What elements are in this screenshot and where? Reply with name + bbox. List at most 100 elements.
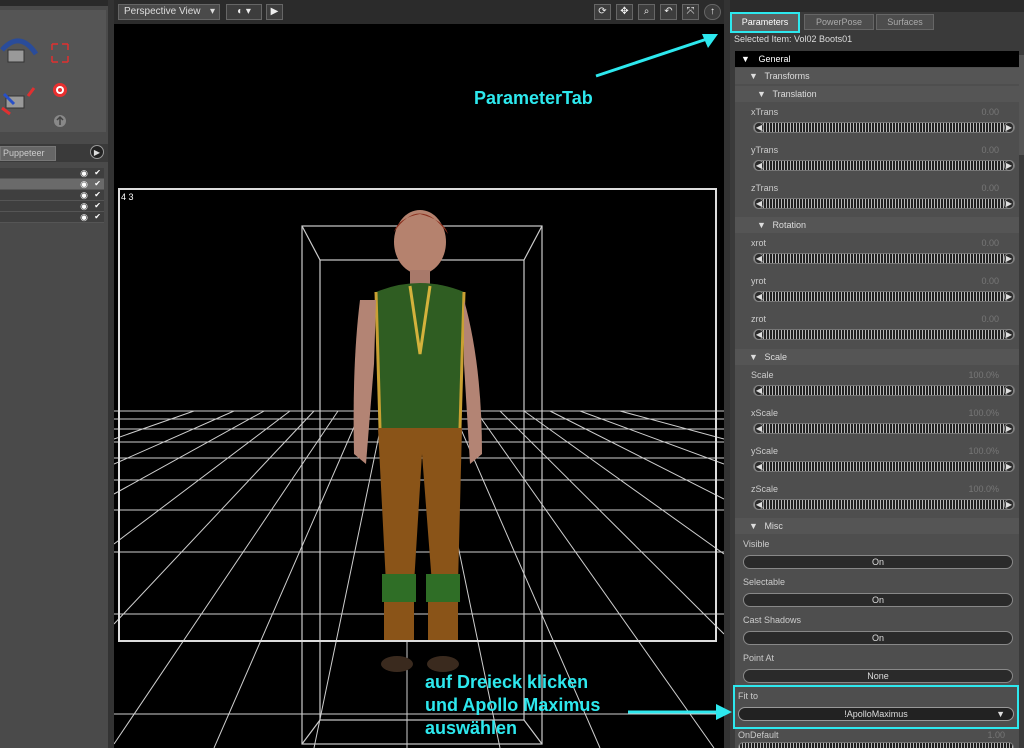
translation-dial[interactable]: ◀ ▶: [753, 122, 1015, 133]
rotation-dial[interactable]: ◀ ▶: [753, 291, 1015, 302]
dial-right-arrow-icon[interactable]: ▶: [1004, 122, 1014, 133]
dial-left-arrow-icon[interactable]: ◀: [754, 291, 764, 302]
tab-surfaces[interactable]: Surfaces: [876, 14, 934, 30]
section-rotation[interactable]: ▼ Rotation: [735, 217, 1019, 233]
section-translation[interactable]: ▼ Translation: [735, 86, 1019, 102]
annotation-instruction: auf Dreieck klicken und Apollo Maximus a…: [425, 671, 600, 740]
scale-dial[interactable]: ◀ ▶: [753, 499, 1015, 510]
scale-icon[interactable]: ⤧: [682, 4, 699, 20]
editing-tools-palette: [0, 10, 106, 132]
checkmark-icon[interactable]: ✔: [94, 212, 101, 222]
orbit-icon[interactable]: ↶: [660, 4, 677, 20]
checkmark-icon[interactable]: ✔: [94, 201, 101, 211]
rotate-icon[interactable]: ⟳: [594, 4, 611, 20]
dial-right-arrow-icon[interactable]: ▶: [1004, 329, 1014, 340]
rotation-dial[interactable]: ◀ ▶: [753, 329, 1015, 340]
dial-left-arrow-icon[interactable]: ◀: [754, 122, 764, 133]
tab-powerpose[interactable]: PowerPose: [804, 14, 874, 30]
dial-left-arrow-icon[interactable]: ◀: [754, 253, 764, 264]
misc-label: Point At: [743, 653, 775, 663]
scale-value: 100.0%: [968, 484, 999, 494]
scale-label: yScale: [751, 446, 779, 456]
taper-tool-icon[interactable]: [51, 43, 69, 63]
checkmark-icon[interactable]: ✔: [94, 179, 101, 189]
misc-toggle-button[interactable]: On: [743, 593, 1013, 607]
target-icon[interactable]: [53, 83, 67, 97]
panel-menu-arrow[interactable]: ▶: [90, 145, 104, 159]
checkmark-icon[interactable]: ✔: [94, 168, 101, 178]
annotation-parameter-tab: ParameterTab: [474, 88, 593, 108]
section-scale[interactable]: ▼ Scale: [735, 349, 1019, 365]
on-default-dial[interactable]: [738, 742, 1014, 748]
scale-dial[interactable]: ◀ ▶: [753, 461, 1015, 472]
dial-left-arrow-icon[interactable]: ◀: [754, 499, 764, 510]
scale-value: 100.0%: [968, 408, 999, 418]
triangle-down-icon: ▼: [741, 54, 750, 64]
translation-value: 0.00: [981, 145, 999, 155]
dial-left-arrow-icon[interactable]: ◀: [754, 160, 764, 171]
triangle-down-icon: ▼: [749, 521, 758, 531]
play-icon[interactable]: ▶: [266, 4, 283, 20]
info-icon[interactable]: ↑: [704, 4, 721, 20]
dial-right-arrow-icon[interactable]: ▶: [1004, 291, 1014, 302]
dial-left-arrow-icon[interactable]: ◀: [754, 461, 764, 472]
render-style-button[interactable]: ◐ ▾: [226, 4, 262, 20]
triangle-down-icon[interactable]: ▼: [996, 708, 1005, 720]
scene-row[interactable]: ◉ ✔: [0, 168, 104, 179]
scale-label: Scale: [751, 370, 774, 380]
twist-tool-icon[interactable]: [0, 38, 39, 63]
checkmark-icon[interactable]: ✔: [94, 190, 101, 200]
scale-dial[interactable]: ◀ ▶: [753, 423, 1015, 434]
rotation-dial[interactable]: ◀ ▶: [753, 253, 1015, 264]
camera-frame: [118, 188, 717, 642]
scene-row[interactable]: ◉ ✔: [0, 190, 104, 201]
dial-left-arrow-icon[interactable]: ◀: [754, 423, 764, 434]
parameter-list: ▼ General ▼ Transforms ▼ Translation xTr…: [733, 51, 1019, 748]
section-transforms[interactable]: ▼ Transforms: [735, 68, 1019, 84]
dial-right-arrow-icon[interactable]: ▶: [1004, 160, 1014, 171]
misc-toggle-button[interactable]: On: [743, 555, 1013, 569]
rotation-label: zrot: [751, 314, 767, 324]
on-default-value: 1.00: [987, 730, 1005, 740]
scene-row[interactable]: ◉ ✔: [0, 212, 104, 223]
translate-tool-icon[interactable]: [1, 87, 36, 116]
dial-left-arrow-icon[interactable]: ◀: [754, 329, 764, 340]
tab-parameters[interactable]: Parameters: [730, 12, 800, 33]
dial-left-arrow-icon[interactable]: ◀: [754, 385, 764, 396]
section-misc[interactable]: ▼ Misc: [735, 518, 1019, 534]
eye-icon[interactable]: ◉: [80, 212, 88, 222]
misc-label: Cast Shadows: [743, 615, 802, 625]
translation-label: yTrans: [751, 145, 779, 155]
misc-toggle-button[interactable]: On: [743, 631, 1013, 645]
tab-puppeteer[interactable]: Puppeteer: [0, 146, 56, 161]
translation-dial[interactable]: ◀ ▶: [753, 160, 1015, 171]
scene-row[interactable]: ◉ ✔: [0, 201, 104, 212]
dial-right-arrow-icon[interactable]: ▶: [1004, 461, 1014, 472]
move-icon[interactable]: ✥: [616, 4, 633, 20]
translation-dial[interactable]: ◀ ▶: [753, 198, 1015, 209]
perspective-view-dropdown[interactable]: Perspective View ▾: [118, 4, 220, 20]
eye-icon[interactable]: ◉: [80, 168, 88, 178]
dial-right-arrow-icon[interactable]: ▶: [1004, 198, 1014, 209]
translation-label: xTrans: [751, 107, 779, 117]
zoom-icon[interactable]: ⌕: [638, 4, 655, 20]
parameters-panel: Parameters PowerPose Surfaces Selected I…: [730, 0, 1024, 748]
dial-right-arrow-icon[interactable]: ▶: [1004, 253, 1014, 264]
dial-right-arrow-icon[interactable]: ▶: [1004, 385, 1014, 396]
up-arrow-icon[interactable]: [54, 115, 66, 127]
perspective-view-label: Perspective View: [124, 6, 201, 17]
eye-icon[interactable]: ◉: [80, 190, 88, 200]
eye-icon[interactable]: ◉: [80, 179, 88, 189]
triangle-down-icon: ▼: [749, 71, 758, 81]
scene-row[interactable]: ◉ ✔: [0, 179, 104, 190]
fit-to-label: Fit to: [738, 691, 759, 701]
eye-icon[interactable]: ◉: [80, 201, 88, 211]
scale-dial[interactable]: ◀ ▶: [753, 385, 1015, 396]
triangle-down-icon: ▼: [749, 352, 758, 362]
section-general[interactable]: ▼ General: [735, 51, 1019, 67]
dial-right-arrow-icon[interactable]: ▶: [1004, 499, 1014, 510]
fit-to-dropdown[interactable]: !ApolloMaximus ▼: [738, 707, 1014, 721]
misc-toggle-button[interactable]: None: [743, 669, 1013, 683]
dial-right-arrow-icon[interactable]: ▶: [1004, 423, 1014, 434]
dial-left-arrow-icon[interactable]: ◀: [754, 198, 764, 209]
